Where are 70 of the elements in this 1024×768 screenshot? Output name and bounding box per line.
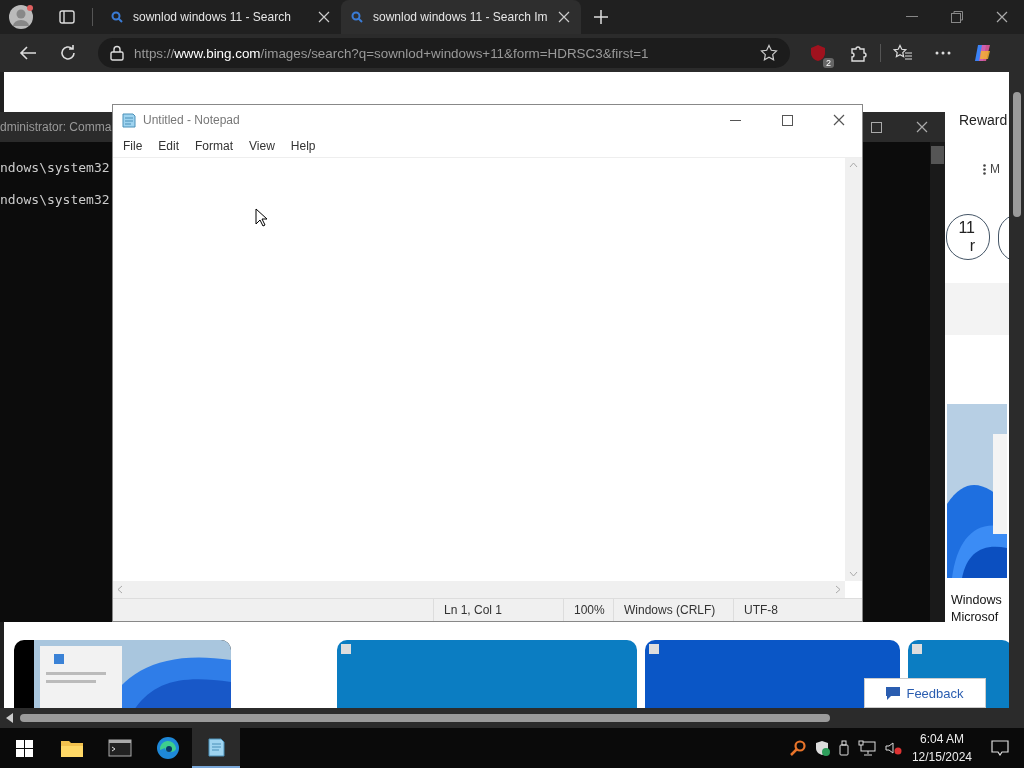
chat-icon (886, 686, 901, 700)
back-arrow-icon (19, 45, 37, 61)
folder-icon (60, 738, 84, 758)
window-title: dministrator: Comma (0, 120, 112, 134)
menu-item[interactable]: Format (187, 137, 242, 155)
minimize-icon (905, 16, 918, 18)
puzzle-icon (849, 44, 867, 62)
menu-item[interactable]: File (115, 137, 151, 155)
notepad-icon (121, 112, 137, 128)
refresh-icon (59, 44, 77, 62)
status-text: Windows (CRLF) (613, 599, 733, 621)
shield-icon (810, 44, 826, 62)
search-icon (351, 11, 363, 23)
horizontal-scrollbar[interactable] (113, 581, 845, 598)
window-title: Untitled - Notepad (143, 113, 241, 127)
left-chevron-icon (117, 585, 123, 594)
close-icon (317, 10, 331, 24)
usb-drive-icon (837, 740, 850, 756)
menu-item[interactable]: Edit (150, 137, 188, 155)
minimize-icon (729, 119, 741, 121)
star-icon (760, 44, 778, 62)
browser-tab[interactable]: sownlod windows 11 - Search Im (341, 0, 581, 34)
magnifier-icon (789, 740, 806, 756)
maximize-icon (781, 114, 793, 126)
tab-actions-icon (59, 9, 75, 25)
menu-item[interactable]: Help (282, 137, 324, 155)
more-menu[interactable]: M (983, 162, 1000, 176)
plus-icon (593, 9, 609, 25)
browser-tab[interactable]: sownlod windows 11 - Search (101, 0, 341, 34)
profile-avatar-icon (8, 4, 34, 30)
console-line: ndows\system32 (0, 191, 110, 209)
horizontal-scrollbar[interactable] (0, 708, 1024, 728)
more-icon (935, 51, 951, 55)
status-text: UTF-8 (733, 599, 843, 621)
image-caption: Windows Microsof (951, 592, 1002, 626)
edge-icon (156, 736, 180, 760)
lock-icon (110, 45, 124, 61)
left-arrow-icon (6, 713, 14, 723)
vertical-dots-icon (983, 163, 986, 175)
scrollbar[interactable] (845, 158, 862, 581)
address-bar[interactable]: https://www.bing.com/images/search?q=sownlod+windows+11&form=HDRSC3&first=1 (98, 38, 790, 68)
close-icon (557, 10, 571, 24)
network-icon (857, 740, 876, 756)
status-text: 100% (563, 599, 613, 621)
shield-icon (813, 740, 830, 756)
star-list-icon (893, 44, 913, 62)
right-chevron-icon (835, 585, 841, 594)
restore-icon (950, 11, 963, 23)
extension-badge: 2 (823, 58, 834, 68)
muted-speaker-icon (883, 740, 902, 756)
clock[interactable]: 6:04 AM 12/15/2024 (907, 730, 976, 766)
up-chevron-icon (849, 162, 858, 168)
search-icon (111, 11, 123, 23)
close-icon (832, 113, 846, 127)
extension-button[interactable]: 2 (798, 37, 838, 69)
down-chevron-icon (849, 571, 858, 577)
console-line: ndows\system32 (0, 159, 110, 177)
terminal-icon (108, 738, 132, 758)
status-text: Ln 1, Col 1 (433, 599, 563, 621)
taskbar-app[interactable] (192, 728, 240, 768)
mouse-cursor-icon (255, 208, 268, 227)
feedback-button[interactable]: Feedback (864, 678, 986, 708)
chat-bubble-icon (991, 740, 1009, 756)
scrollbar[interactable] (930, 142, 945, 622)
menu-item[interactable]: View (241, 137, 283, 155)
close-icon (994, 10, 1009, 24)
close-icon (915, 120, 929, 134)
maximize-icon (870, 121, 882, 133)
windows-logo-icon (15, 739, 33, 757)
rewards-link[interactable]: Reward (959, 112, 1008, 128)
